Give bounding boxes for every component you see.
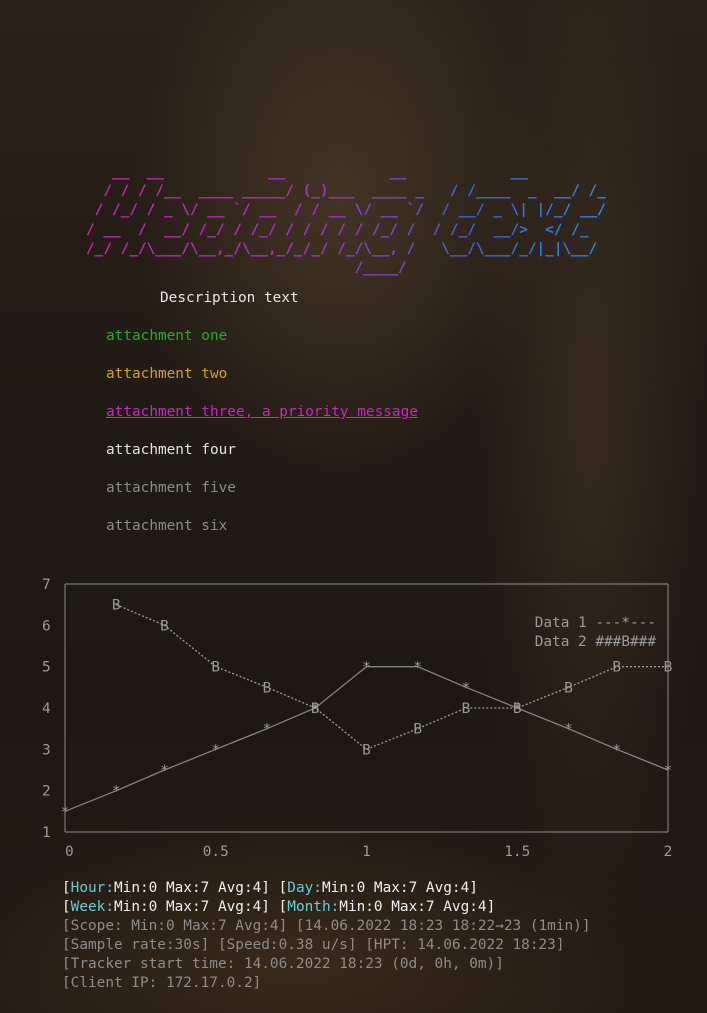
stats-tracker-start: [Tracker start time: 14.06.2022 18:23 (0… [62,956,504,972]
attachment-three-priority-link[interactable]: attachment three, a priority message [106,404,418,420]
series-2-point: B [263,680,272,696]
attachment-four: attachment four [106,442,236,458]
y-tick-label: 1 [42,825,51,841]
series-2-point: B [664,660,673,676]
x-tick-label: 2 [664,844,673,860]
y-tick-label: 5 [42,660,51,676]
legend-entry: Data 1 ---*--- [535,615,656,631]
series-2-point: B [160,618,169,634]
attachment-five: attachment five [106,480,236,496]
attachment-two: attachment two [106,366,228,382]
chart-series: ******* ******BBBBBBBB BBB B [61,598,673,821]
stats-week-month: [Week:Min:0 Max:7 Avg:4] [Month:Min:0 Ma… [62,899,496,915]
y-tick-label: 7 [42,577,51,593]
series-1-point: * [211,742,220,758]
hour-label: Hour: [70,880,114,896]
legend-entry: Data 2 ###B### [535,634,657,650]
y-tick-label: 3 [42,742,51,758]
series-1-point: * [564,722,573,738]
y-tick-label: 2 [42,784,51,800]
x-tick-label: 1 [362,844,371,860]
x-tick-label: 0 [65,844,74,860]
ascii-banner: __ __ __ __ __ / / / /__ ____ _____/ (_)… [86,163,606,278]
week-value: Min:0 Max:7 Avg:4 [114,899,262,915]
series-1-point: * [362,660,371,676]
series-2-point: B [462,701,471,717]
series-2-point: B [564,680,573,696]
series-2-point: B [362,742,371,758]
series-1-point: * [462,680,471,696]
attachment-six: attachment six [106,518,228,534]
series-1-point: * [160,763,169,779]
series-2-point: B [211,660,220,676]
y-tick-label: 4 [42,701,51,717]
series-1-point: * [263,722,272,738]
series-2-point: B [112,598,121,614]
month-label: Month: [287,899,340,915]
series-1-point: * [664,763,673,779]
month-value: Min:0 Max:7 Avg:4 [339,899,487,915]
day-value: Min:0 Max:7 Avg:4 [321,880,470,896]
series-1-point: * [61,804,70,820]
series-2-point: B [413,722,422,738]
series-1-point: * [413,660,422,676]
x-tick-label: 1.5 [504,844,530,860]
series-2-point: B [311,701,320,717]
stats-sample-rate: [Sample rate:30s] [Speed:0.38 u/s] [HPT:… [62,937,565,953]
description-text: Description text [160,290,299,306]
series-2-point: B [513,701,522,717]
chart-legend: Data 1 ---*--- Data 2 ###B### [535,615,657,650]
series-line-1 [64,666,669,812]
x-tick-label: 0.5 [203,844,229,860]
stats-client-ip: [Client IP: 172.17.0.2] [62,975,262,991]
stats-hour-day: [Hour:Min:0 Max:7 Avg:4] [Day:Min:0 Max:… [62,880,478,896]
week-label: Week: [70,899,114,915]
y-tick-label: 6 [42,618,51,634]
hour-value: Min:0 Max:7 Avg:4 [114,880,262,896]
attachment-one: attachment one [106,328,228,344]
day-label: Day: [287,880,322,896]
series-1-point: * [112,784,121,800]
series-1-point: * [612,742,621,758]
series-2-point: B [612,660,621,676]
stats-scope: [Scope: Min:0 Max:7 Avg:4] [14.06.2022 1… [62,918,591,934]
ascii-line-chart: ******* ******BBBBBBBB BBB B 12345670 0.5 1 1.… [42,577,673,860]
